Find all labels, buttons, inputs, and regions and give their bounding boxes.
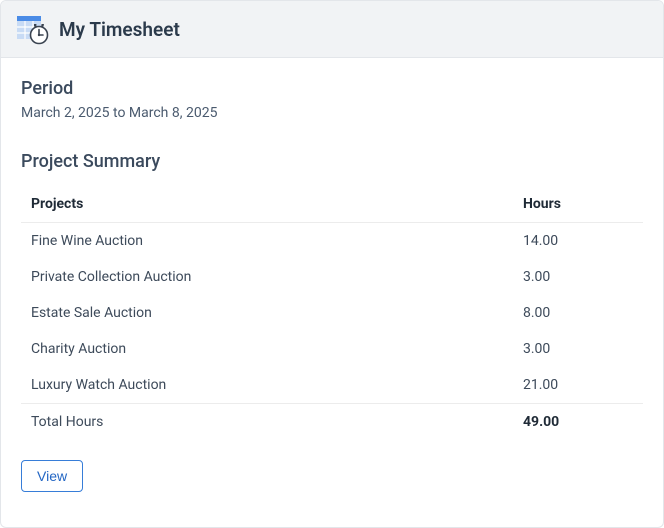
table-row: Charity Auction 3.00 <box>21 331 643 367</box>
project-name: Private Collection Auction <box>21 259 513 295</box>
summary-table: Projects Hours Fine Wine Auction 14.00 P… <box>21 186 643 440</box>
project-name: Fine Wine Auction <box>21 223 513 260</box>
project-name: Luxury Watch Auction <box>21 367 513 404</box>
col-projects: Projects <box>21 186 513 223</box>
card-title: My Timesheet <box>59 18 180 41</box>
card-header: My Timesheet <box>1 1 663 58</box>
table-total-row: Total Hours 49.00 <box>21 404 643 441</box>
table-row: Fine Wine Auction 14.00 <box>21 223 643 260</box>
project-name: Estate Sale Auction <box>21 295 513 331</box>
view-button[interactable]: View <box>21 460 83 492</box>
table-row: Luxury Watch Auction 21.00 <box>21 367 643 404</box>
timesheet-icon <box>17 13 49 45</box>
timesheet-card: My Timesheet Period March 2, 2025 to Mar… <box>0 0 664 528</box>
period-value: March 2, 2025 to March 8, 2025 <box>21 105 643 121</box>
project-hours: 3.00 <box>513 259 643 295</box>
project-hours: 8.00 <box>513 295 643 331</box>
project-hours: 3.00 <box>513 331 643 367</box>
table-row: Private Collection Auction 3.00 <box>21 259 643 295</box>
summary-title: Project Summary <box>21 151 643 172</box>
project-name: Charity Auction <box>21 331 513 367</box>
total-label: Total Hours <box>21 404 513 441</box>
col-hours: Hours <box>513 186 643 223</box>
card-body: Period March 2, 2025 to March 8, 2025 Pr… <box>1 58 663 512</box>
total-hours: 49.00 <box>513 404 643 441</box>
period-label: Period <box>21 78 643 99</box>
project-hours: 21.00 <box>513 367 643 404</box>
table-row: Estate Sale Auction 8.00 <box>21 295 643 331</box>
project-hours: 14.00 <box>513 223 643 260</box>
